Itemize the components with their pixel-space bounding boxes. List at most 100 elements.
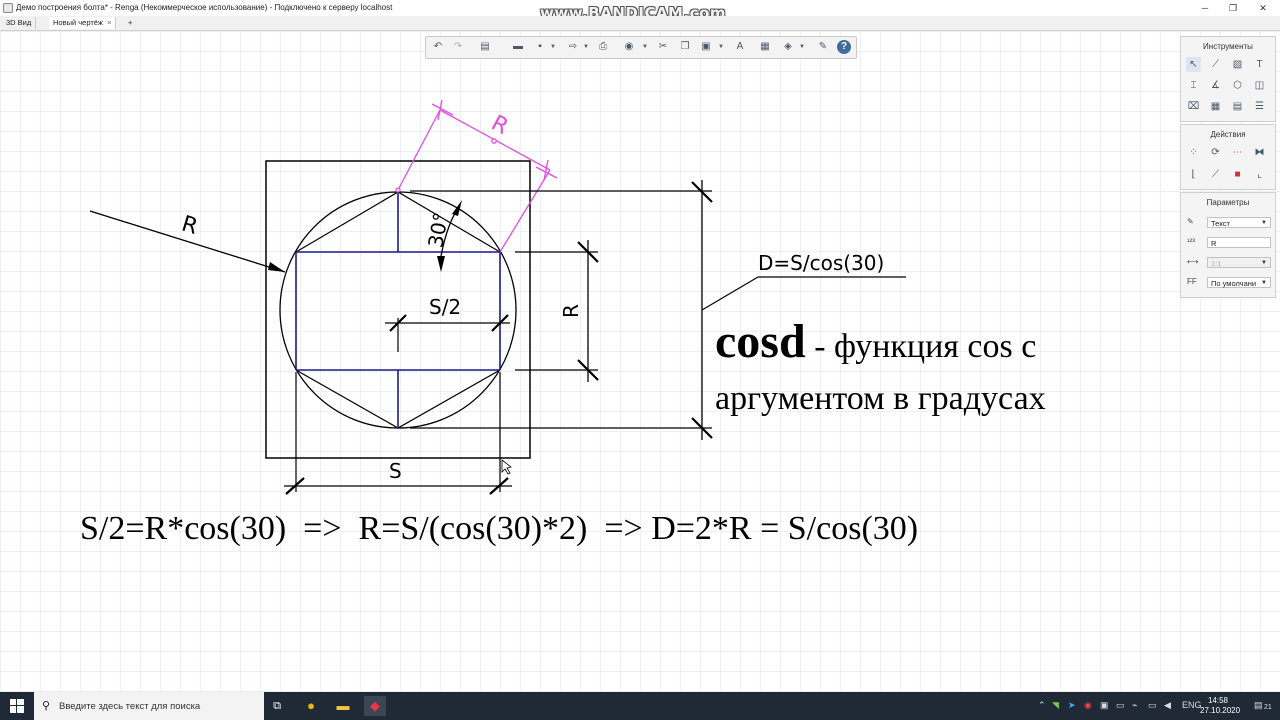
new-tab-button[interactable]: +: [124, 17, 136, 29]
chrome-icon[interactable]: ●: [300, 696, 322, 716]
clock-date: 27.10.2020: [1200, 706, 1241, 715]
restore-icon[interactable]: ❐: [1218, 0, 1248, 16]
tray-overflow-icon[interactable]: ⌃: [1038, 700, 1046, 711]
font-icon: FF: [1187, 277, 1197, 286]
notification-count: 21: [1264, 704, 1272, 711]
telegram-icon[interactable]: ➤: [1068, 700, 1076, 711]
taskbar-clock[interactable]: 14:58 27.10.2020: [1200, 696, 1241, 716]
extend-icon[interactable]: ⟋: [1208, 167, 1223, 182]
task-view-icon[interactable]: ⧉: [266, 696, 288, 716]
chevron-down-icon[interactable]: ▼: [546, 40, 560, 54]
label-icon[interactable]: ⌧: [1186, 99, 1201, 114]
text-style-icon[interactable]: A: [733, 40, 747, 54]
minimize-icon[interactable]: ─: [1190, 0, 1220, 16]
text-value: R: [1211, 239, 1217, 248]
scale-value: 1:1: [1211, 259, 1222, 268]
actions-panel: Действия ⁘ ⟳ ⋯ ⧓ ⌊ ⟋ ■ ⌞: [1180, 124, 1276, 190]
view-3d-icon[interactable]: ⬡: [1230, 78, 1245, 93]
language-indicator[interactable]: ENG: [1182, 700, 1202, 710]
chevron-down-icon: ▼: [1261, 220, 1267, 226]
record-icon[interactable]: ◉: [1084, 700, 1092, 711]
select-icon[interactable]: ↖: [1186, 57, 1201, 72]
rotate-icon[interactable]: ⟳: [1208, 145, 1223, 160]
properties-icon[interactable]: ▦: [758, 40, 772, 54]
drawing-canvas[interactable]: R R 30° S/2 R D=S/cos(30) S: [0, 31, 1280, 692]
tab-label: 3D Вид: [6, 18, 32, 27]
copy-icon[interactable]: ❐: [678, 40, 692, 54]
mouse-cursor: [501, 459, 512, 475]
text-icon[interactable]: T: [1252, 57, 1267, 72]
style-row: ✎ Текст ▼: [1187, 217, 1271, 229]
style-select[interactable]: Текст ▼: [1207, 217, 1271, 228]
renga-app-icon[interactable]: ◆: [364, 696, 386, 716]
wrench-icon[interactable]: ✎: [816, 40, 830, 54]
close-icon[interactable]: ✕: [1248, 0, 1278, 16]
scale-icon: ⟷: [1187, 257, 1199, 266]
text-value-icon: ¹²³: [1187, 237, 1195, 246]
fill-icon[interactable]: ■: [1230, 167, 1245, 182]
close-tab-icon[interactable]: ×: [107, 18, 111, 27]
title-bar: Демо построения болта* - Renga (Некоммер…: [0, 0, 1280, 22]
diameter-leader: [701, 276, 759, 311]
cut-icon[interactable]: ✂: [656, 40, 670, 54]
window-title: Демо построения болта* - Renga (Некоммер…: [16, 3, 393, 12]
search-icon: ⚲: [42, 700, 51, 712]
trim-icon[interactable]: ⌊: [1186, 167, 1201, 182]
export-icon[interactable]: ⇨: [566, 40, 580, 54]
file-explorer-icon[interactable]: ▬: [332, 696, 354, 716]
usb-icon[interactable]: ⌁: [1132, 700, 1137, 711]
undo-icon[interactable]: ↶: [431, 40, 445, 54]
tab-new-drawing[interactable]: Новый чертёж ×: [49, 17, 117, 29]
clock-time: 14:58: [1207, 696, 1229, 705]
notifications-icon[interactable]: ▤: [1254, 700, 1263, 711]
dimension-icon[interactable]: ⌶: [1186, 78, 1201, 93]
chevron-down-icon[interactable]: ▼: [795, 40, 809, 54]
copy-properties-icon[interactable]: ⌞: [1252, 167, 1267, 182]
view-icon[interactable]: ◉: [622, 40, 636, 54]
chevron-down-icon[interactable]: ▼: [579, 40, 593, 54]
chevron-down-icon: ▼: [1261, 280, 1267, 286]
half-s-label: S/2: [429, 295, 461, 319]
cosd-caption: cosd - функция cos с: [715, 318, 1036, 377]
new-document-icon[interactable]: ▤: [478, 40, 492, 54]
chevron-down-icon[interactable]: ▼: [638, 40, 652, 54]
layers-icon[interactable]: ◈: [781, 40, 795, 54]
grid-icon[interactable]: ▤: [1230, 99, 1245, 114]
network-icon[interactable]: ▭: [1116, 700, 1125, 711]
save-icon[interactable]: ▪: [533, 40, 547, 54]
main-toolbar: ↶ ↷ ▤ ▬ ▪ ▼ ⇨ ▼ ⎙ ◉ ▼ ✂ ❐ ▣ ▼ A ▦ ◈ ▼ ✎ …: [425, 36, 857, 59]
tray-app-icon[interactable]: ◥: [1052, 700, 1059, 711]
move-icon[interactable]: ⁘: [1186, 145, 1201, 160]
chevron-down-icon[interactable]: ▼: [714, 40, 728, 54]
taskbar-search-box[interactable]: ⚲ Введите здесь текст для поиска: [34, 692, 264, 720]
help-icon[interactable]: ?: [837, 40, 851, 54]
redo-icon[interactable]: ↷: [451, 40, 465, 54]
hatch-icon[interactable]: ▧: [1230, 57, 1245, 72]
cosd-keyword: cosd: [715, 315, 806, 368]
cosd-description: - функция cos с: [805, 328, 1037, 365]
paste-icon[interactable]: ▣: [699, 40, 713, 54]
text-row: ¹²³ R: [1187, 237, 1271, 249]
mirror-icon[interactable]: ⧓: [1252, 145, 1267, 160]
windows-start-icon[interactable]: [10, 699, 24, 713]
search-placeholder: Введите здесь текст для поиска: [59, 701, 201, 712]
line-icon[interactable]: ⟋: [1208, 57, 1223, 72]
section-icon[interactable]: ◫: [1252, 78, 1267, 93]
technical-drawing: R R 30° S/2 R D=S/cos(30) S: [89, 99, 906, 495]
dropbox-icon[interactable]: ▣: [1100, 700, 1109, 711]
tab-3d-view[interactable]: 3D Вид: [2, 17, 37, 29]
print-icon[interactable]: ⎙: [596, 40, 610, 54]
radius-label: R: [179, 212, 201, 240]
angle-dimension-icon[interactable]: ∡: [1208, 78, 1223, 93]
scale-select: 1:1 ▼: [1207, 257, 1271, 268]
display-icon[interactable]: ▭: [1148, 700, 1157, 711]
radius-arrowhead: [268, 262, 285, 272]
list-icon[interactable]: ☰: [1252, 99, 1267, 114]
array-icon[interactable]: ⋯: [1230, 145, 1245, 160]
table-icon[interactable]: ▦: [1208, 99, 1223, 114]
diameter-note: D=S/cos(30): [758, 251, 884, 275]
text-value-field[interactable]: R: [1207, 237, 1271, 248]
volume-icon[interactable]: ◀: [1164, 700, 1171, 711]
open-folder-icon[interactable]: ▬: [511, 40, 525, 54]
font-select[interactable]: По умолчани ▼: [1207, 277, 1271, 288]
